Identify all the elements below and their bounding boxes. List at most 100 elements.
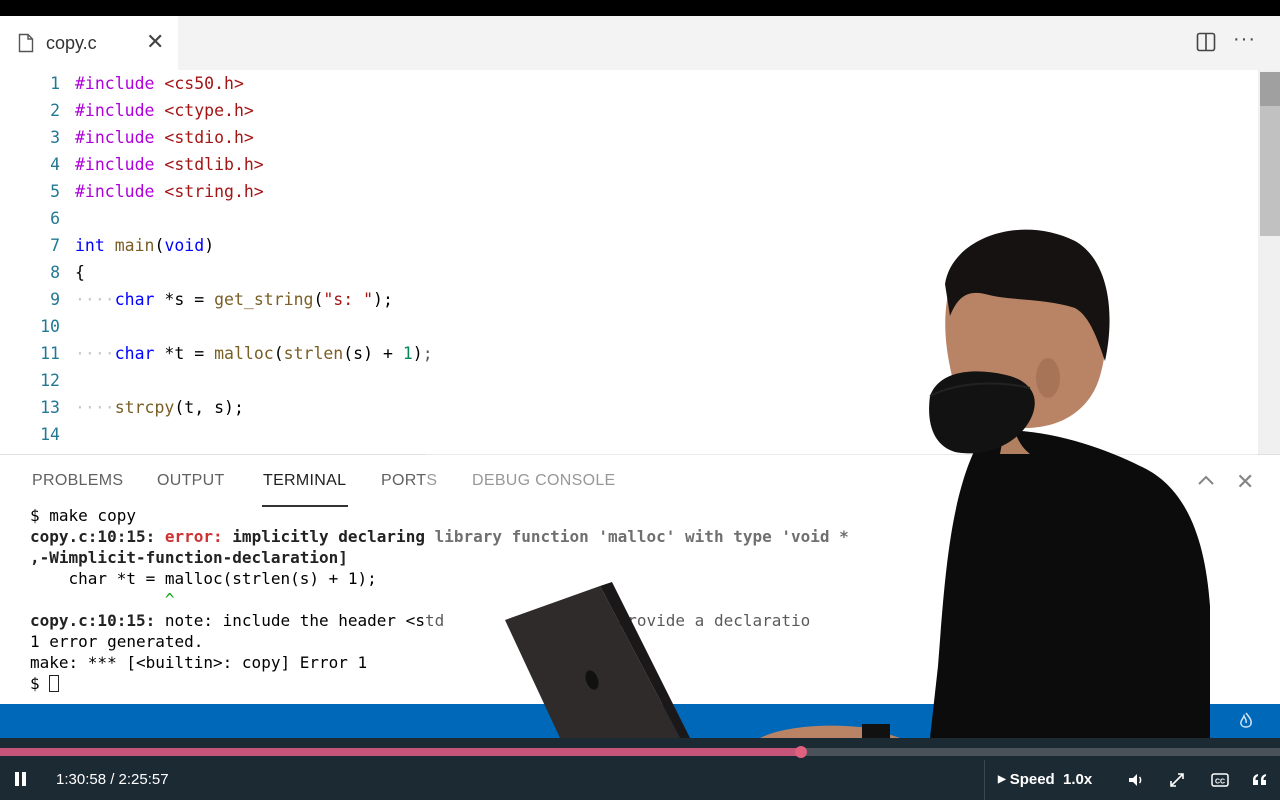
code-token: (t, s); [174, 398, 244, 417]
line-number: 14 [40, 425, 60, 444]
bottom-panel: PROBLEMS OUTPUT TERMINAL PORTS DEBUG CON… [0, 454, 1280, 704]
code-token: ) [204, 236, 215, 255]
code-line[interactable]: 11 ····char *t = malloc(strlen(s) + 1); [0, 340, 1258, 367]
speed-button[interactable]: ▶ Speed [998, 771, 1055, 788]
code-token: *t = [164, 344, 215, 363]
code-line[interactable]: 9 ····char *s = get_string("s: "); [0, 286, 1258, 313]
divider [984, 760, 985, 800]
tab-problems[interactable]: PROBLEMS [32, 472, 123, 490]
progress-handle[interactable] [795, 746, 807, 758]
editor-scrollbar-thumb[interactable] [1260, 86, 1280, 236]
terminal-output[interactable]: $ make copy copy.c:10:15: error: implicit… [30, 505, 1280, 705]
line-number: 11 [40, 344, 60, 363]
code-token: ( [154, 236, 165, 255]
more-actions-icon[interactable]: ··· [1233, 28, 1256, 51]
code-token: 1 [402, 344, 413, 363]
speed-value[interactable]: 1.0x [1063, 771, 1092, 788]
code-line[interactable]: 5 #include <string.h> [0, 178, 1258, 205]
terminal-text: note: include the header <std [164, 611, 445, 630]
code-token: ···· [75, 344, 115, 363]
line-code: ····strcpy(t, s); [75, 394, 244, 421]
chevron-up-icon[interactable] [1197, 473, 1215, 487]
code-token: <string.h> [164, 182, 264, 201]
closed-captions-icon[interactable]: CC [1211, 772, 1229, 788]
pause-button[interactable] [12, 772, 28, 788]
editor-tab-copy-c[interactable]: copy.c ✕ [0, 16, 178, 70]
line-code: #include <cs50.h> [75, 70, 244, 97]
editor-scrollbar-marker [1260, 72, 1280, 106]
code-line[interactable]: 3 #include <stdio.h> [0, 124, 1258, 151]
line-number: 7 [50, 236, 60, 255]
code-line[interactable]: 2 #include <ctype.h> [0, 97, 1258, 124]
code-token: *s = [164, 290, 215, 309]
line-code: int main(void) [75, 232, 214, 259]
code-token: ( [313, 290, 324, 309]
terminal-text: rror [1022, 527, 1061, 546]
terminal-line: char *t = malloc(strlen(s) + 1); [30, 568, 377, 589]
terminal-line: ^ [30, 589, 175, 610]
terminal-text: xplicitly provide a declaratio [521, 611, 811, 630]
code-line[interactable]: 12 [0, 367, 1258, 394]
close-tab-icon[interactable]: ✕ [146, 30, 164, 54]
terminal-text: ,-Wimplicit-function-declaration] [30, 548, 348, 567]
line-number: 10 [40, 317, 60, 336]
code-token: char [114, 290, 165, 309]
line-number: 1 [50, 74, 60, 93]
terminal-line: copy.c:10:15: error: implicitly declarin… [30, 526, 1061, 547]
code-token: #include [75, 128, 165, 147]
line-code: { [75, 259, 85, 286]
volume-icon[interactable] [1127, 772, 1145, 788]
code-token: void [164, 236, 205, 255]
tab-terminal[interactable]: TERMINAL [263, 472, 346, 490]
line-code: #include <stdlib.h> [75, 151, 264, 178]
code-token: #include [75, 182, 165, 201]
terminal-text: error: [164, 527, 233, 546]
terminal-text: char *t = malloc(strlen(s) + 1); [30, 569, 377, 588]
video-player-controls: 1:30:58 / 2:25:57 ▶ Speed 1.0x CC [0, 738, 1280, 800]
code-token: ···· [75, 290, 115, 309]
code-token: (s) + [343, 344, 403, 363]
code-line[interactable]: 1 #include <cs50.h> [0, 70, 1258, 97]
code-line[interactable]: 14 [0, 421, 1258, 448]
tab-output[interactable]: OUTPUT [157, 472, 225, 490]
terminal-line: ,-Wimplicit-function-declaration] [30, 547, 348, 568]
split-editor-icon[interactable] [1196, 32, 1216, 52]
line-code: ····char *t = malloc(strlen(s) + 1); [75, 340, 433, 367]
terminal-text: $ make copy [30, 506, 136, 525]
close-panel-icon[interactable]: ✕ [1236, 469, 1254, 495]
code-token: ( [273, 344, 284, 363]
code-line[interactable]: 7 int main(void) [0, 232, 1258, 259]
line-number: 6 [50, 209, 60, 228]
code-token: int [75, 236, 115, 255]
svg-text:CC: CC [1215, 779, 1225, 786]
terminal-text: copy.c:10:15: [30, 527, 165, 546]
flame-icon[interactable] [1238, 712, 1254, 730]
code-line[interactable]: 13 ····strcpy(t, s); [0, 394, 1258, 421]
code-token: "s: " [323, 290, 374, 309]
code-line[interactable]: 10 [0, 313, 1258, 340]
time-display: 1:30:58 / 2:25:57 [56, 771, 169, 788]
code-token: get_string [214, 290, 314, 309]
editor-tab-label: copy.c [46, 32, 97, 53]
code-token: #include [75, 101, 165, 120]
terminal-text: $ [30, 674, 50, 693]
code-token: ); [373, 290, 393, 309]
tab-ports[interactable]: PORTS [381, 472, 437, 490]
terminal-line: 1 error generated. [30, 631, 203, 652]
transcript-quote-icon[interactable] [1251, 772, 1269, 788]
line-number: 9 [50, 290, 60, 309]
code-line[interactable]: 6 [0, 205, 1258, 232]
line-code: ····char *s = get_string("s: "); [75, 286, 393, 313]
progress-fill [0, 748, 801, 756]
exit-fullscreen-icon[interactable] [1168, 772, 1186, 788]
code-token: malloc [214, 344, 274, 363]
status-bar [0, 704, 1280, 738]
code-line[interactable]: 4 #include <stdlib.h> [0, 151, 1258, 178]
code-editor[interactable]: 1 #include <cs50.h> 2 #include <ctype.h> 3 #i… [0, 70, 1258, 454]
line-number: 5 [50, 182, 60, 201]
pause-icon [22, 772, 26, 786]
line-code: #include <string.h> [75, 178, 264, 205]
tab-debug-console[interactable]: DEBUG CONSOLE [472, 472, 616, 490]
code-line[interactable]: 8{ [0, 259, 1258, 286]
